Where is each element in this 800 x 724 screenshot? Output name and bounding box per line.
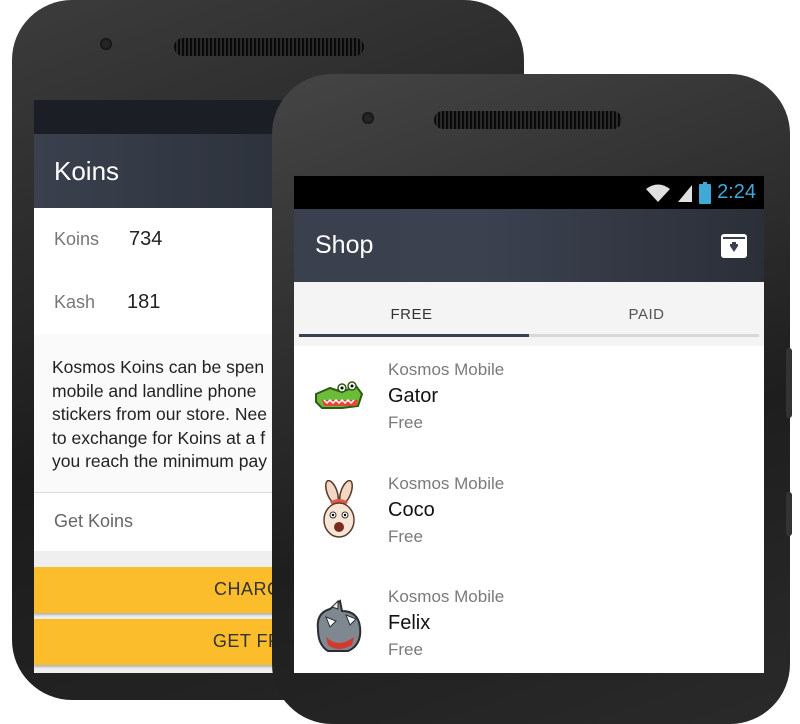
volume-button	[786, 348, 792, 418]
balance-label: Kash	[54, 292, 96, 312]
power-button	[786, 492, 792, 536]
item-name: Gator	[388, 385, 439, 407]
balance-row-kash: Kash 181	[34, 271, 294, 334]
status-time: 2:24	[717, 181, 756, 203]
item-publisher: Kosmos Mobile	[388, 360, 505, 379]
archive-download-icon[interactable]	[720, 233, 748, 259]
rhino-sticker-icon	[316, 599, 362, 652]
item-name: Coco	[388, 498, 435, 521]
status-bar	[34, 100, 294, 134]
front-camera	[100, 38, 112, 50]
tab-label: PAID	[628, 305, 665, 323]
signal-icon	[678, 184, 693, 202]
get-free-button[interactable]: GET FRE	[34, 618, 294, 665]
koins-screen: Koins Koins 734 Kash 181 Kosmos Koins ca…	[34, 100, 294, 673]
item-price: Free	[388, 526, 423, 546]
item-text: Kosmos Mobile Gator Free	[388, 360, 504, 433]
charge-button[interactable]: CHARGE	[34, 566, 294, 613]
balance-panel: Koins 734 Kash 181	[34, 208, 294, 334]
get-koins-item[interactable]: Get Koins	[34, 492, 294, 551]
list-item[interactable]: Kosmos Mobile Coco Free	[294, 460, 764, 574]
item-price: Free	[388, 640, 423, 659]
description-line: mobile and landline phone	[52, 380, 257, 401]
koins-description: Kosmos Koins can be spen mobile and land…	[34, 334, 294, 493]
bunny-sticker-icon	[323, 479, 355, 538]
balance-label: Koins	[54, 229, 100, 249]
item-text: Kosmos Mobile Felix Free	[388, 587, 504, 660]
sticker-list: Kosmos Mobile Gator Free Kosmos Mobile C…	[294, 346, 764, 673]
description-line: to exchange for Koins at a f	[52, 427, 266, 448]
list-item[interactable]: Kosmos Mobile Gator Free	[294, 346, 764, 460]
item-publisher: Kosmos Mobile	[388, 473, 505, 493]
item-text: Kosmos Mobile Coco Free	[388, 474, 504, 547]
speaker-grille	[174, 38, 364, 56]
tab-indicator	[299, 334, 529, 337]
balance-value: 734	[129, 228, 163, 250]
tab-label: FREE	[390, 305, 433, 323]
item-price: Free	[388, 413, 423, 432]
description-line: Kosmos Koins can be spen	[52, 357, 265, 377]
app-bar: Koins	[34, 134, 294, 208]
battery-icon	[699, 181, 712, 204]
app-bar: Shop	[294, 209, 764, 282]
page-title: Shop	[315, 231, 374, 259]
page-title: Koins	[54, 155, 120, 186]
wifi-icon	[646, 184, 671, 202]
status-bar: 2:24	[294, 176, 764, 209]
tab-bar: FREE PAID	[294, 282, 764, 346]
item-name: Felix	[388, 612, 431, 634]
list-item[interactable]: Kosmos Mobile Felix Free	[294, 573, 764, 673]
balance-value: 181	[127, 291, 161, 313]
get-koins-label: Get Koins	[54, 511, 134, 531]
speaker-grille	[434, 111, 622, 129]
front-camera	[362, 112, 374, 124]
item-publisher: Kosmos Mobile	[388, 587, 505, 606]
gator-sticker-icon	[315, 381, 364, 409]
description-line: you reach the minimum pay	[52, 451, 267, 471]
shop-screen: 2:24 Shop FREE PAID Kosmos Mobile Gator …	[294, 176, 764, 673]
description-line: stickers from our store. Nee	[52, 404, 267, 424]
balance-row-koins: Koins 734	[34, 208, 294, 271]
